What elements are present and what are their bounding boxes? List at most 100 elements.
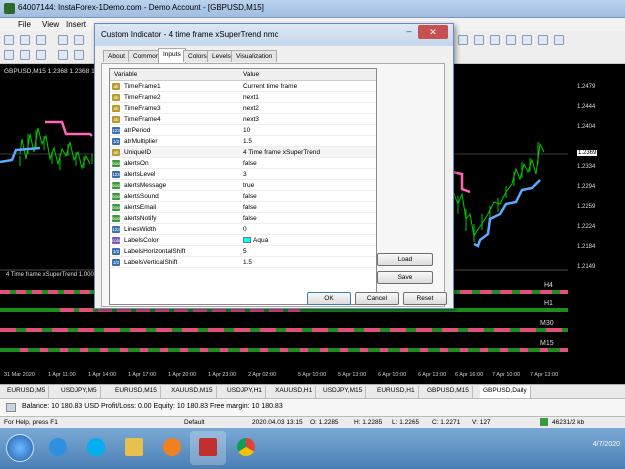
time-tick: 6 Apr 10:00 bbox=[378, 372, 407, 378]
input-row-timeframe3[interactable]: ab TimeFrame3 next2 bbox=[110, 103, 376, 114]
param-value[interactable]: 1.5 bbox=[243, 138, 252, 145]
start-button[interactable] bbox=[6, 434, 34, 462]
close-button[interactable]: ✕ bbox=[418, 25, 448, 39]
input-row-uniqueid[interactable]: ab UniqueID 4 Time frame xSuperTrend bbox=[110, 147, 376, 158]
navigator-icon[interactable] bbox=[58, 35, 68, 45]
chart-tab[interactable]: USDJPY,H1 bbox=[224, 386, 266, 398]
bar-high: H: 1.2285 bbox=[354, 419, 383, 426]
tab-about[interactable]: About bbox=[103, 50, 130, 62]
time-tick: 5 Apr 13:00 bbox=[338, 372, 367, 378]
param-value[interactable]: Aqua bbox=[243, 237, 268, 244]
ok-button[interactable]: OK bbox=[307, 292, 351, 305]
chart-tab[interactable]: XAUUSD,H1 bbox=[272, 386, 317, 398]
taskbar-media[interactable] bbox=[154, 431, 190, 465]
input-row-alertsmessage[interactable]: bool alertsMessage true bbox=[110, 180, 376, 191]
chart-shift-icon[interactable] bbox=[506, 35, 516, 45]
input-row-timeframe2[interactable]: ab TimeFrame2 next1 bbox=[110, 92, 376, 103]
menu-insert[interactable]: Insert bbox=[66, 20, 86, 29]
chart-tab[interactable]: USDJPY,M5 bbox=[58, 386, 101, 398]
param-value[interactable]: false bbox=[243, 193, 257, 200]
periods-icon[interactable] bbox=[554, 35, 564, 45]
price-tick: 1.2149 bbox=[577, 264, 596, 270]
chart-tab[interactable]: USDJPY,M15 bbox=[320, 386, 367, 398]
market-watch-icon[interactable] bbox=[36, 35, 46, 45]
param-type-icon: bool bbox=[112, 182, 121, 189]
taskbar-ie[interactable] bbox=[40, 431, 76, 465]
cancel-button[interactable]: Cancel bbox=[355, 292, 399, 305]
ie-icon bbox=[49, 438, 67, 456]
tile-windows-icon[interactable] bbox=[490, 35, 500, 45]
input-row-alertslevel[interactable]: 123 alertsLevel 3 bbox=[110, 169, 376, 180]
cursor-icon[interactable] bbox=[4, 50, 14, 60]
new-chart-icon[interactable] bbox=[4, 35, 14, 45]
taskbar-explorer[interactable] bbox=[116, 431, 152, 465]
input-row-timeframe4[interactable]: ab TimeFrame4 next3 bbox=[110, 114, 376, 125]
input-row-alertsnotify[interactable]: bool alertsNotify false bbox=[110, 213, 376, 224]
menu-view[interactable]: View bbox=[42, 20, 59, 29]
input-row-timeframe1[interactable]: ab TimeFrame1 Current time frame bbox=[110, 81, 376, 92]
vertical-line-icon[interactable] bbox=[36, 50, 46, 60]
param-value[interactable]: 1.5 bbox=[243, 259, 252, 266]
indicators-icon[interactable] bbox=[538, 35, 548, 45]
clock-date[interactable]: 4/7/2020 bbox=[593, 441, 620, 448]
param-value[interactable]: false bbox=[243, 160, 257, 167]
input-row-labelscolor[interactable]: color LabelsColor Aqua bbox=[110, 235, 376, 246]
tab-visualization[interactable]: Visualization bbox=[231, 50, 278, 62]
chart-tab-active[interactable]: GBPUSD,Daily bbox=[480, 386, 531, 398]
param-value[interactable]: Current time frame bbox=[243, 83, 297, 90]
param-value[interactable]: next1 bbox=[243, 94, 259, 101]
reset-button[interactable]: Reset bbox=[403, 292, 447, 305]
profiles-icon[interactable] bbox=[20, 35, 30, 45]
time-tick: 7 Apr 13:00 bbox=[530, 372, 559, 378]
windows-taskbar: 4/7/2020 bbox=[0, 428, 625, 469]
chart-tab[interactable]: EURUSD,M5 bbox=[4, 386, 50, 398]
param-value[interactable]: 3 bbox=[243, 171, 247, 178]
color-swatch bbox=[243, 237, 251, 244]
price-axis: 1.2479 1.2444 1.2404 1.2369 1.2334 1.229… bbox=[568, 64, 625, 384]
save-button[interactable]: Save bbox=[377, 271, 433, 284]
param-value[interactable]: next2 bbox=[243, 105, 259, 112]
taskbar-chrome[interactable] bbox=[228, 431, 264, 465]
param-value[interactable]: true bbox=[243, 182, 254, 189]
time-tick: 1 Apr 20:00 bbox=[168, 372, 197, 378]
param-value[interactable]: 4 Time frame xSuperTrend bbox=[243, 149, 320, 156]
input-row-atrmultiplier[interactable]: 1/2 atrMultiplier 1.5 bbox=[110, 136, 376, 147]
menu-file[interactable]: File bbox=[18, 20, 31, 29]
param-value[interactable]: 5 bbox=[243, 248, 247, 255]
taskbar-mt4[interactable] bbox=[190, 431, 226, 465]
col-variable: Variable bbox=[114, 71, 138, 78]
minimize-button[interactable]: – bbox=[402, 26, 416, 38]
param-value[interactable]: false bbox=[243, 215, 257, 222]
chart-tab[interactable]: EURUSD,H1 bbox=[374, 386, 419, 398]
input-row-lineswidth[interactable]: 123 LinesWidth 0 bbox=[110, 224, 376, 235]
input-row-atrperiod[interactable]: 123 atrPeriod 10 bbox=[110, 125, 376, 136]
input-row-alertson[interactable]: bool alertsOn false bbox=[110, 158, 376, 169]
taskbar-skype[interactable] bbox=[78, 431, 114, 465]
input-row-labelsverticalshift[interactable]: 1/2 LabelsVerticalShift 1.5 bbox=[110, 257, 376, 268]
crosshair-icon[interactable] bbox=[20, 50, 30, 60]
autoscroll-icon[interactable] bbox=[522, 35, 532, 45]
param-value[interactable]: false bbox=[243, 204, 257, 211]
param-name: alertsMessage bbox=[124, 182, 167, 189]
zoom-in-icon[interactable] bbox=[458, 35, 468, 45]
load-button[interactable]: Load bbox=[377, 253, 433, 266]
chart-tab[interactable]: XAUUSD,M15 bbox=[168, 386, 217, 398]
chart-tab[interactable]: GBPUSD,M15 bbox=[424, 386, 473, 398]
param-value[interactable]: 10 bbox=[243, 127, 250, 134]
close-terminal-icon[interactable] bbox=[6, 403, 16, 412]
price-tick: 1.2334 bbox=[577, 164, 596, 170]
zoom-out-icon[interactable] bbox=[474, 35, 484, 45]
tab-inputs[interactable]: Inputs bbox=[158, 48, 186, 63]
param-value[interactable]: 0 bbox=[243, 226, 247, 233]
input-row-labelshorizontalshift[interactable]: 1/2 LabelsHorizontalShift 5 bbox=[110, 246, 376, 257]
terminal-icon[interactable] bbox=[74, 35, 84, 45]
input-row-alertsemail[interactable]: bool alertsEmail false bbox=[110, 202, 376, 213]
horizontal-line-icon[interactable] bbox=[58, 50, 68, 60]
param-value[interactable]: next3 bbox=[243, 116, 259, 123]
trendline-icon[interactable] bbox=[74, 50, 84, 60]
input-row-alertssound[interactable]: bool alertsSound false bbox=[110, 191, 376, 202]
time-tick: 5 Apr 10:00 bbox=[298, 372, 327, 378]
time-tick: 1 Apr 11:00 bbox=[48, 372, 76, 378]
param-name: LabelsHorizontalShift bbox=[124, 248, 186, 255]
chart-tab[interactable]: EURUSD,M15 bbox=[112, 386, 161, 398]
